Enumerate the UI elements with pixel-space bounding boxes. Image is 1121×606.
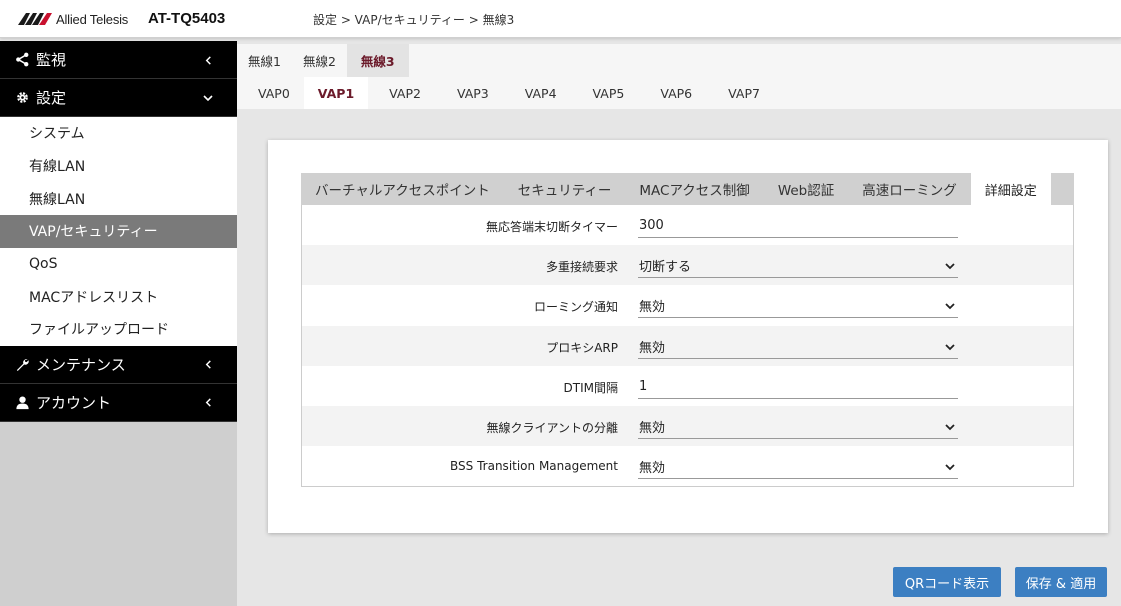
tab-vap1[interactable]: VAP1 — [303, 77, 369, 109]
form-row-multiple-connection: 多重接続要求 切断する — [302, 245, 1073, 286]
chevron-left-icon — [201, 53, 215, 67]
field-label: プロキシARP — [546, 340, 618, 355]
sidebar-section-account[interactable]: アカウント — [0, 383, 237, 422]
breadcrumb: 設定 > VAP/セキュリティー > 無線3 — [313, 13, 515, 27]
tab-security[interactable]: セキュリティー — [504, 173, 626, 205]
tab-web-auth[interactable]: Web認証 — [764, 173, 848, 205]
sidebar-item-system[interactable]: システム — [0, 117, 237, 150]
tab-vap7[interactable]: VAP7 — [707, 77, 775, 109]
select-value: 無効 — [639, 340, 666, 356]
client-isolation-select[interactable]: 無効 — [638, 415, 958, 439]
select-value: 無効 — [639, 420, 666, 436]
wrench-icon — [14, 356, 30, 372]
chevron-down-icon — [201, 91, 215, 105]
settings-tabs: バーチャルアクセスポイント セキュリティー MACアクセス制御 Web認証 高速… — [301, 173, 1074, 205]
share-icon — [14, 52, 30, 68]
proxy-arp-select[interactable]: 無効 — [638, 335, 958, 359]
tab-vap2[interactable]: VAP2 — [368, 77, 436, 109]
tab-mac-access-control[interactable]: MACアクセス制御 — [625, 173, 763, 205]
tab-vap0[interactable]: VAP0 — [237, 77, 304, 109]
chevron-down-icon — [945, 343, 955, 350]
user-icon — [14, 394, 30, 410]
sidebar: 監視 設定 システム 有線LAN 無線LAN VAP/セキュリティー QoS M… — [0, 41, 237, 606]
qr-code-button[interactable]: QRコード表示 — [893, 567, 1001, 597]
sidebar-section-label: 監視 — [36, 51, 67, 69]
save-apply-button[interactable]: 保存 & 適用 — [1015, 567, 1107, 597]
sidebar-item-file-upload[interactable]: ファイルアップロード — [0, 313, 237, 346]
sidebar-section-label: メンテナンス — [36, 355, 126, 374]
chevron-down-icon — [945, 424, 955, 431]
sidebar-item-wireless-lan[interactable]: 無線LAN — [0, 182, 237, 215]
tab-virtual-access-point[interactable]: バーチャルアクセスポイント — [301, 173, 504, 205]
vap-tabs: VAP0 VAP1 VAP2 VAP3 VAP4 VAP5 VAP6 VAP7 — [237, 77, 1121, 109]
tab-vap3[interactable]: VAP3 — [436, 77, 504, 109]
sidebar-section-label: アカウント — [36, 393, 112, 412]
form-row-roaming-notify: ローミング通知 無効 — [302, 285, 1073, 325]
tab-radio-1[interactable]: 無線1 — [237, 44, 292, 77]
settings-submenu: システム 有線LAN 無線LAN VAP/セキュリティー QoS MACアドレス… — [0, 117, 237, 346]
tab-vap6[interactable]: VAP6 — [639, 77, 707, 109]
brand-name: Allied Telesis — [56, 11, 129, 27]
sidebar-item-mac-address-list[interactable]: MACアドレスリスト — [0, 280, 237, 313]
settings-panel: バーチャルアクセスポイント セキュリティー MACアクセス制御 Web認証 高速… — [268, 140, 1108, 533]
dtim-interval-input[interactable]: 1 — [638, 375, 958, 399]
sidebar-section-maintenance[interactable]: メンテナンス — [0, 345, 237, 384]
bss-transition-select[interactable]: 無効 — [638, 455, 958, 480]
chevron-left-icon — [201, 396, 215, 410]
advanced-settings-form: 無応答端末切断タイマー 300 多重接続要求 切断する ローミング通知 無効 プ… — [301, 205, 1074, 487]
field-label: ローミング通知 — [533, 300, 618, 315]
chevron-down-icon — [945, 263, 955, 270]
main-content: 無線1 無線2 無線3 VAP0 VAP1 VAP2 VAP3 VAP4 VAP… — [237, 41, 1121, 606]
field-label: 無応答端末切断タイマー — [485, 220, 618, 234]
field-label: 無線クライアントの分離 — [486, 420, 618, 435]
sidebar-item-qos[interactable]: QoS — [0, 248, 237, 281]
brand-logo: Allied Telesis — [18, 11, 128, 27]
tab-radio-2[interactable]: 無線2 — [292, 44, 347, 77]
form-row-dtim-interval: DTIM間隔 1 — [302, 366, 1073, 406]
form-row-bss-transition: BSS Transition Management 無効 — [302, 446, 1073, 486]
multiple-connection-select[interactable]: 切断する — [638, 254, 958, 279]
form-row-client-isolation: 無線クライアントの分離 無効 — [302, 405, 1073, 447]
device-model: AT-TQ5403 — [148, 10, 226, 27]
tab-radio-3[interactable]: 無線3 — [346, 44, 409, 77]
tab-vap4[interactable]: VAP4 — [504, 77, 572, 109]
select-value: 無効 — [639, 461, 666, 477]
field-label: DTIM間隔 — [563, 380, 618, 395]
sidebar-section-settings[interactable]: 設定 — [0, 79, 237, 117]
gear-icon — [14, 90, 30, 106]
header-bar: Allied Telesis AT-TQ5403 設定 > VAP/セキュリティ… — [0, 0, 1121, 38]
form-row-inactivity-timer: 無応答端末切断タイマー 300 — [302, 205, 1073, 245]
field-label: 多重接続要求 — [545, 260, 618, 275]
sidebar-section-monitor[interactable]: 監視 — [0, 41, 237, 79]
chevron-down-icon — [945, 464, 955, 471]
field-label: BSS Transition Management — [450, 459, 618, 474]
sidebar-item-vap-security[interactable]: VAP/セキュリティー — [0, 215, 237, 248]
chevron-left-icon — [201, 358, 215, 372]
select-value: 切断する — [639, 260, 692, 276]
sidebar-item-wired-lan[interactable]: 有線LAN — [0, 150, 237, 183]
select-value: 無効 — [639, 300, 666, 316]
tab-fast-roaming[interactable]: 高速ローミング — [848, 173, 971, 205]
tab-vap5[interactable]: VAP5 — [572, 77, 640, 109]
chevron-down-icon — [945, 303, 955, 310]
radio-tabs: 無線1 無線2 無線3 — [237, 44, 1121, 77]
allied-telesis-logo-icon — [18, 13, 52, 25]
tab-advanced-settings[interactable]: 詳細設定 — [970, 173, 1051, 205]
form-row-proxy-arp: プロキシARP 無効 — [302, 325, 1073, 366]
sidebar-section-label: 設定 — [36, 89, 67, 107]
inactivity-timer-input[interactable]: 300 — [638, 214, 958, 238]
roaming-notify-select[interactable]: 無効 — [638, 294, 958, 319]
